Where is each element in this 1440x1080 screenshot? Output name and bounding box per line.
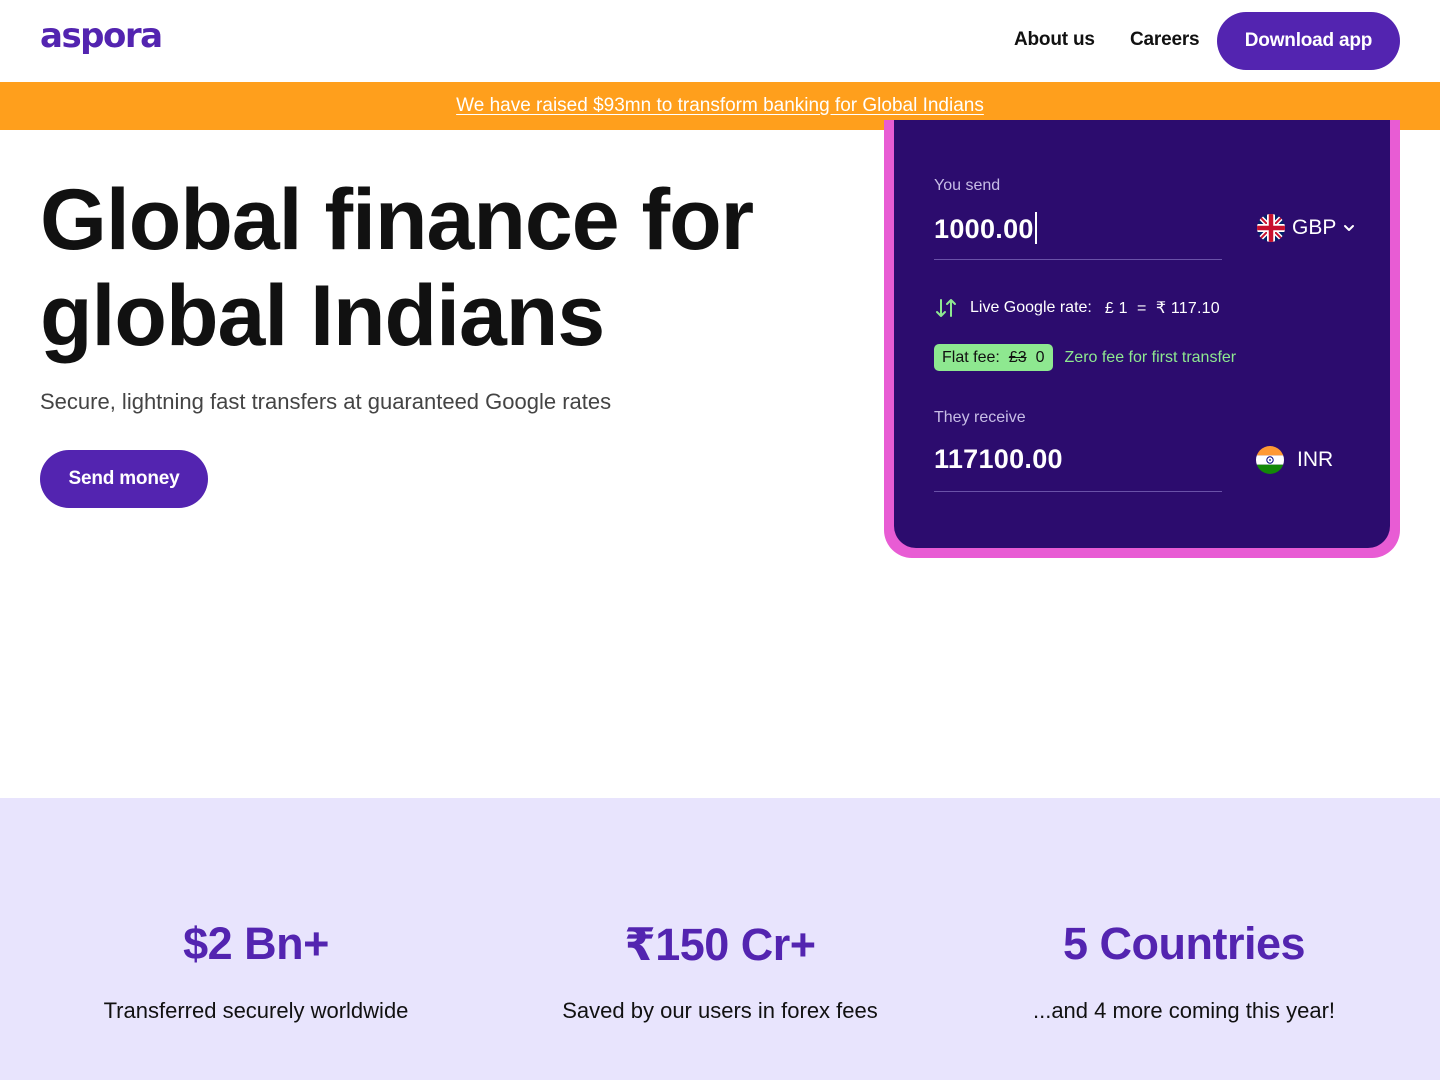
hero-title-line-2: global Indians — [40, 268, 605, 364]
india-flag-icon — [1256, 446, 1284, 474]
swap-arrows-icon — [936, 299, 956, 317]
hero-title: Global finance for global Indians — [40, 172, 820, 364]
transfer-calculator: You send 1000.00 GBP Live Google rate: £… — [894, 120, 1390, 548]
stat-description: Saved by our users in forex fees — [562, 998, 878, 1023]
flat-fee-old-value: £3 — [1008, 348, 1027, 366]
receive-currency-display: INR — [1256, 446, 1333, 474]
text-caret — [1034, 212, 1037, 244]
uk-flag-icon — [1257, 214, 1285, 242]
send-amount-underline — [934, 259, 1222, 260]
download-app-button[interactable]: Download app — [1217, 12, 1400, 70]
funding-announcement-link[interactable]: We have raised $93mn to transform bankin… — [456, 95, 984, 117]
stat-value: ₹150 Cr+ — [624, 919, 816, 970]
you-send-label: You send — [934, 177, 1001, 194]
stat-value: 5 Countries — [1062, 918, 1306, 969]
flat-fee-label: Flat fee: — [942, 348, 1000, 366]
send-currency-select[interactable]: GBP — [1257, 214, 1356, 242]
flat-fee-new-value: 0 — [1035, 348, 1045, 366]
stat-description: Transferred securely worldwide — [103, 998, 409, 1023]
they-receive-label: They receive — [934, 409, 1026, 426]
hero-title-line-1: Global finance for — [40, 172, 754, 268]
stat-value: $2 Bn+ — [183, 918, 329, 969]
nav-careers[interactable]: Careers — [1130, 29, 1200, 51]
logo-text: aspora — [40, 22, 162, 56]
hero-subtitle: Secure, lightning fast transfers at guar… — [40, 389, 612, 414]
send-amount-value: 1000.00 — [934, 214, 1034, 244]
fee-row: Flat fee: £3 0 Zero fee for first transf… — [934, 344, 1236, 371]
site-header: aspora About us Careers Download app — [0, 0, 1440, 82]
chevron-down-icon — [1344, 225, 1355, 231]
send-amount-input[interactable]: 1000.00 — [934, 212, 1037, 245]
send-money-button[interactable]: Send money — [40, 450, 208, 508]
aspora-logo[interactable]: aspora — [40, 22, 200, 62]
flat-fee-badge: Flat fee: £3 0 — [934, 344, 1053, 371]
send-currency-code: GBP — [1292, 216, 1337, 239]
stats-section: $2 Bn+ Transferred securely worldwide ₹1… — [0, 798, 1440, 1080]
receive-amount-underline — [934, 491, 1222, 492]
zero-fee-note: Zero fee for first transfer — [1064, 348, 1237, 366]
receive-amount-field[interactable]: 117100.00 — [934, 444, 1063, 475]
stat-description: ...and 4 more coming this year! — [1032, 998, 1336, 1023]
nav-about-us[interactable]: About us — [1014, 29, 1095, 51]
live-rate-label: Live Google rate: — [970, 299, 1092, 316]
live-rate-value: £ 1 = ₹ 117.10 — [1104, 300, 1220, 317]
receive-currency-code: INR — [1297, 448, 1334, 471]
live-rate-row: Live Google rate: £ 1 = ₹ 117.10 — [934, 296, 1220, 320]
